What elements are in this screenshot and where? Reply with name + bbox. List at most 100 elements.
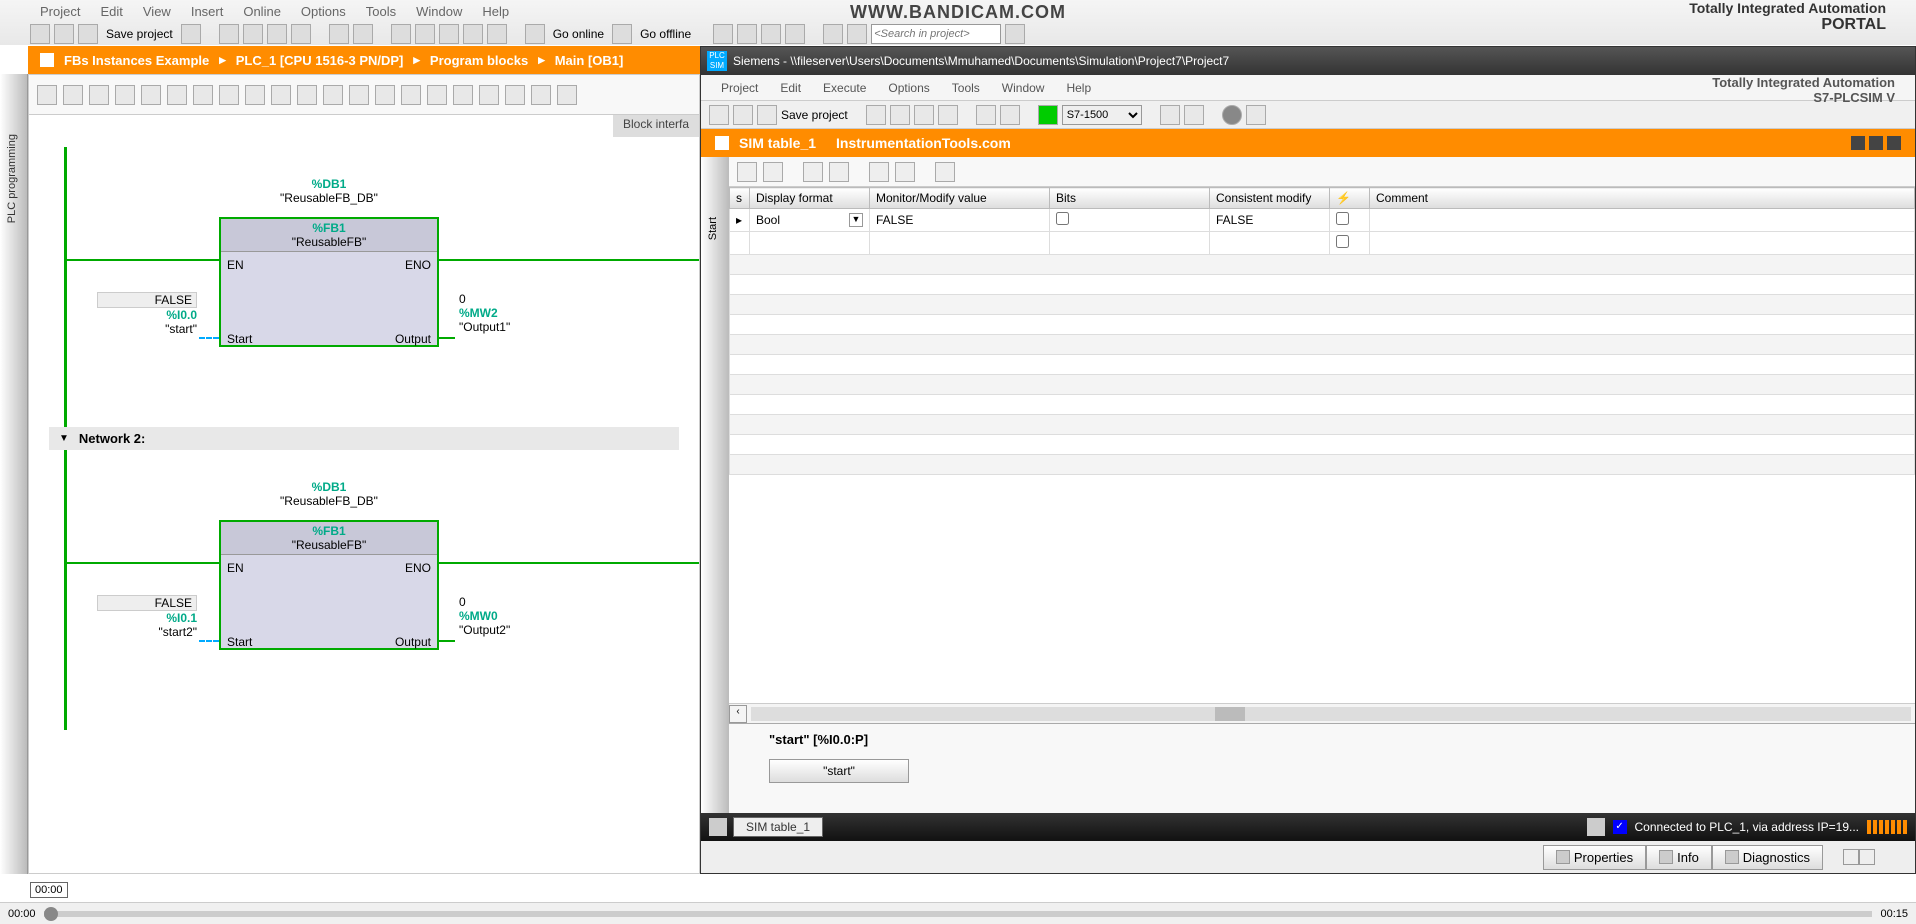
table-row-empty[interactable]: [730, 375, 1915, 395]
sim-new-icon[interactable]: [709, 105, 729, 125]
sim-icon[interactable]: [463, 24, 483, 44]
open-project-icon[interactable]: [54, 24, 74, 44]
breadcrumb-item[interactable]: PLC_1 [CPU 1516-3 PN/DP]: [236, 53, 404, 68]
table-row-empty[interactable]: [730, 295, 1915, 315]
input-tag[interactable]: FALSE %I0.1 "start2": [97, 595, 197, 639]
horizontal-scrollbar[interactable]: ‹: [729, 703, 1915, 723]
split-v-icon[interactable]: [847, 24, 867, 44]
scroll-left-icon[interactable]: ‹: [729, 705, 747, 723]
table-row-empty[interactable]: [730, 355, 1915, 375]
sim-menu-options[interactable]: Options: [888, 81, 929, 95]
ladder-tool-icon[interactable]: [375, 85, 395, 105]
panel-collapse-icon[interactable]: [1859, 849, 1875, 865]
ladder-tool-icon[interactable]: [219, 85, 239, 105]
table-row-empty[interactable]: [730, 255, 1915, 275]
go-online-label[interactable]: Go online: [549, 27, 608, 41]
sim-menu-window[interactable]: Window: [1002, 81, 1045, 95]
info-tab[interactable]: Info: [1646, 845, 1712, 870]
cell-flash[interactable]: [1330, 209, 1370, 232]
col-comment[interactable]: Comment: [1370, 188, 1915, 209]
bit-checkbox[interactable]: [1056, 212, 1069, 225]
cell-bits[interactable]: [1050, 209, 1210, 232]
menu-window[interactable]: Window: [416, 4, 462, 19]
sim-menu-help[interactable]: Help: [1066, 81, 1091, 95]
table-row[interactable]: [730, 232, 1915, 255]
search-go-icon[interactable]: [1005, 24, 1025, 44]
table-row-empty[interactable]: [730, 275, 1915, 295]
cut-icon[interactable]: [219, 24, 239, 44]
sim-delete-icon[interactable]: [938, 105, 958, 125]
sim-undo-icon[interactable]: [976, 105, 996, 125]
table-row-empty[interactable]: [730, 315, 1915, 335]
sim-tb-flash-icon[interactable]: [803, 162, 823, 182]
ladder-tool-icon[interactable]: [271, 85, 291, 105]
sim-paste-icon[interactable]: [914, 105, 934, 125]
sim-menu-tools[interactable]: Tools: [952, 81, 980, 95]
menu-tools[interactable]: Tools: [366, 4, 396, 19]
menu-options[interactable]: Options: [301, 4, 346, 19]
table-row-empty[interactable]: [730, 395, 1915, 415]
new-project-icon[interactable]: [30, 24, 50, 44]
left-sidebar-rail[interactable]: PLC programming: [0, 74, 28, 874]
sim-tb-icon[interactable]: [763, 162, 783, 182]
undo-icon[interactable]: [329, 24, 349, 44]
plcsim-titlebar[interactable]: PLCSIM Siemens - \\fileserver\Users\Docu…: [701, 47, 1915, 75]
sim-menu-project[interactable]: Project: [721, 81, 758, 95]
cell-consistent[interactable]: FALSE: [1210, 209, 1330, 232]
sim-close-icon[interactable]: [1887, 136, 1901, 150]
menu-insert[interactable]: Insert: [191, 4, 224, 19]
col-flash[interactable]: ⚡: [1330, 188, 1370, 209]
save-project-label[interactable]: Save project: [102, 27, 177, 41]
ladder-tool-icon[interactable]: [557, 85, 577, 105]
copy-icon[interactable]: [243, 24, 263, 44]
table-row[interactable]: ▸ Bool ▼ FALSE FALSE: [730, 209, 1915, 232]
print-icon[interactable]: [181, 24, 201, 44]
other-icon[interactable]: [487, 24, 507, 44]
table-row-empty[interactable]: [730, 335, 1915, 355]
network-2-header[interactable]: ▼ Network 2:: [49, 427, 679, 450]
cell-format[interactable]: Bool ▼: [750, 209, 870, 232]
redo-icon[interactable]: [353, 24, 373, 44]
ladder-tool-icon[interactable]: [89, 85, 109, 105]
ladder-tool-icon[interactable]: [453, 85, 473, 105]
sim-record-icon[interactable]: [1222, 105, 1242, 125]
sim-tool-icon[interactable]: [1184, 105, 1204, 125]
sim-tab-name[interactable]: SIM table_1: [739, 135, 816, 151]
ladder-tool-icon[interactable]: [167, 85, 187, 105]
sim-left-rail[interactable]: Start: [701, 157, 729, 813]
tool-icon-1[interactable]: [713, 24, 733, 44]
sim-power-icon[interactable]: [1038, 105, 1058, 125]
sim-tool-icon[interactable]: [1160, 105, 1180, 125]
menu-project[interactable]: Project: [40, 4, 80, 19]
tool-icon-2[interactable]: [737, 24, 757, 44]
ladder-tool-icon[interactable]: [401, 85, 421, 105]
ladder-tool-icon[interactable]: [37, 85, 57, 105]
compile-icon[interactable]: [439, 24, 459, 44]
sim-redo-icon[interactable]: [1000, 105, 1020, 125]
input-tag[interactable]: FALSE %I0.0 "start": [97, 292, 197, 336]
collapse-triangle-icon[interactable]: ▼: [59, 433, 69, 444]
properties-tab[interactable]: Properties: [1543, 845, 1646, 870]
tool-icon-4[interactable]: [785, 24, 805, 44]
sim-tb-icon[interactable]: [829, 162, 849, 182]
col-consistent[interactable]: Consistent modify: [1210, 188, 1330, 209]
ladder-tool-icon[interactable]: [427, 85, 447, 105]
sim-menu-edit[interactable]: Edit: [780, 81, 801, 95]
ladder-tool-icon[interactable]: [245, 85, 265, 105]
paste-icon[interactable]: [267, 24, 287, 44]
delete-icon[interactable]: [291, 24, 311, 44]
sim-tb-export-icon[interactable]: [869, 162, 889, 182]
table-row-empty[interactable]: [730, 435, 1915, 455]
upload-icon[interactable]: [415, 24, 435, 44]
video-thumb[interactable]: [44, 907, 58, 921]
breadcrumb-item[interactable]: FBs Instances Example: [64, 53, 209, 68]
tool-icon-3[interactable]: [761, 24, 781, 44]
col-s[interactable]: s: [730, 188, 750, 209]
cpu-select[interactable]: S7-1500: [1062, 105, 1142, 125]
sim-cut-icon[interactable]: [866, 105, 886, 125]
ladder-tool-icon[interactable]: [349, 85, 369, 105]
panel-toggle-icon[interactable]: [1843, 849, 1859, 865]
sim-min-icon[interactable]: [1851, 136, 1865, 150]
start-button[interactable]: "start": [769, 759, 909, 783]
sim-table[interactable]: s Display format Monitor/Modify value Bi…: [729, 187, 1915, 475]
